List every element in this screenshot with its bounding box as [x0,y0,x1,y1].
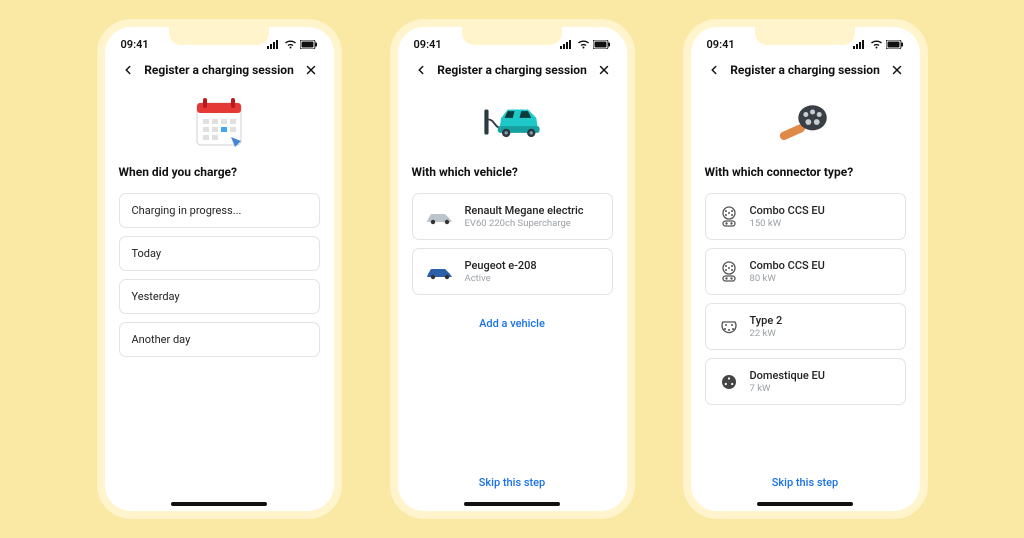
home-indicator [464,502,560,506]
content: With which connector type? Combo CCS EU … [691,89,920,511]
nav-bar: Register a charging session [105,55,334,89]
calendar-icon [183,93,255,151]
option-charging-in-progress[interactable]: Charging in progress... [119,193,320,228]
battery-icon [886,40,904,49]
connector-type-icon [718,206,740,228]
wifi-icon [284,40,297,49]
battery-icon [593,40,611,49]
nav-title: Register a charging session [430,63,595,77]
question: When did you charge? [119,165,320,179]
back-button[interactable] [412,61,430,79]
connector-sub: 80 kW [750,273,825,284]
status-icons [267,40,318,49]
connector-plug-icon [769,93,841,151]
phone-frame: 09:41 Register a charging session [683,19,928,519]
signal-icon [853,40,867,49]
connector-title: Combo CCS EU [750,259,825,272]
back-button[interactable] [119,61,137,79]
connector-option-ccs-80[interactable]: Combo CCS EU 80 kW [705,248,906,295]
nav-bar: Register a charging session [691,55,920,89]
status-time: 09:41 [121,38,149,51]
connector-type-icon [718,371,740,393]
connector-title: Combo CCS EU [750,204,825,217]
screen: 09:41 Register a charging session [105,27,334,511]
wifi-icon [577,40,590,49]
close-button[interactable] [302,61,320,79]
status-time: 09:41 [707,38,735,51]
option-yesterday[interactable]: Yesterday [119,279,320,314]
vehicle-title: Renault Megane electric [465,204,584,217]
wifi-icon [870,40,883,49]
option-label: Charging in progress... [132,204,242,217]
status-time: 09:41 [414,38,442,51]
phone-frame: 09:41 Register a charging session [390,19,635,519]
connector-option-domestique[interactable]: Domestique EU 7 kW [705,358,906,405]
vehicle-sub: Active [465,273,537,284]
close-button[interactable] [595,61,613,79]
notch [755,27,855,45]
hero-illustration [412,89,613,165]
vehicle-sub: EV60 220ch Supercharge [465,218,584,229]
notch [462,27,562,45]
back-button[interactable] [705,61,723,79]
signal-icon [267,40,281,49]
connector-sub: 7 kW [750,383,825,394]
vehicle-option-e208[interactable]: Peugeot e-208 Active [412,248,613,295]
home-indicator [757,502,853,506]
option-label: Yesterday [132,290,180,303]
screen: 09:41 Register a charging session [398,27,627,511]
phone-frame: 09:41 Register a charging session [97,19,342,519]
battery-icon [300,40,318,49]
option-label: Today [132,247,162,260]
option-another-day[interactable]: Another day [119,322,320,357]
question: With which connector type? [705,165,906,179]
hero-illustration [119,89,320,165]
vehicle-thumbnail-icon [425,208,455,226]
nav-title: Register a charging session [137,63,302,77]
connector-sub: 150 kW [750,218,825,229]
connector-type-icon [718,316,740,338]
connector-title: Domestique EU [750,369,825,382]
notch [169,27,269,45]
vehicle-title: Peugeot e-208 [465,259,537,272]
connector-type-icon [718,261,740,283]
content: With which vehicle? Renault Megane elect… [398,89,627,511]
vehicle-option-megane[interactable]: Renault Megane electric EV60 220ch Super… [412,193,613,240]
status-icons [853,40,904,49]
hero-illustration [705,89,906,165]
close-button[interactable] [888,61,906,79]
nav-bar: Register a charging session [398,55,627,89]
status-icons [560,40,611,49]
connector-option-type2[interactable]: Type 2 22 kW [705,303,906,350]
screen: 09:41 Register a charging session [691,27,920,511]
connector-option-ccs-150[interactable]: Combo CCS EU 150 kW [705,193,906,240]
add-vehicle-link[interactable]: Add a vehicle [412,303,613,344]
home-indicator [171,502,267,506]
question: With which vehicle? [412,165,613,179]
option-today[interactable]: Today [119,236,320,271]
vehicle-thumbnail-icon [425,263,455,281]
option-label: Another day [132,333,191,346]
content: When did you charge? Charging in progres… [105,89,334,511]
nav-title: Register a charging session [723,63,888,77]
connector-title: Type 2 [750,314,783,327]
connector-sub: 22 kW [750,328,783,339]
signal-icon [560,40,574,49]
car-charging-icon [476,93,548,151]
